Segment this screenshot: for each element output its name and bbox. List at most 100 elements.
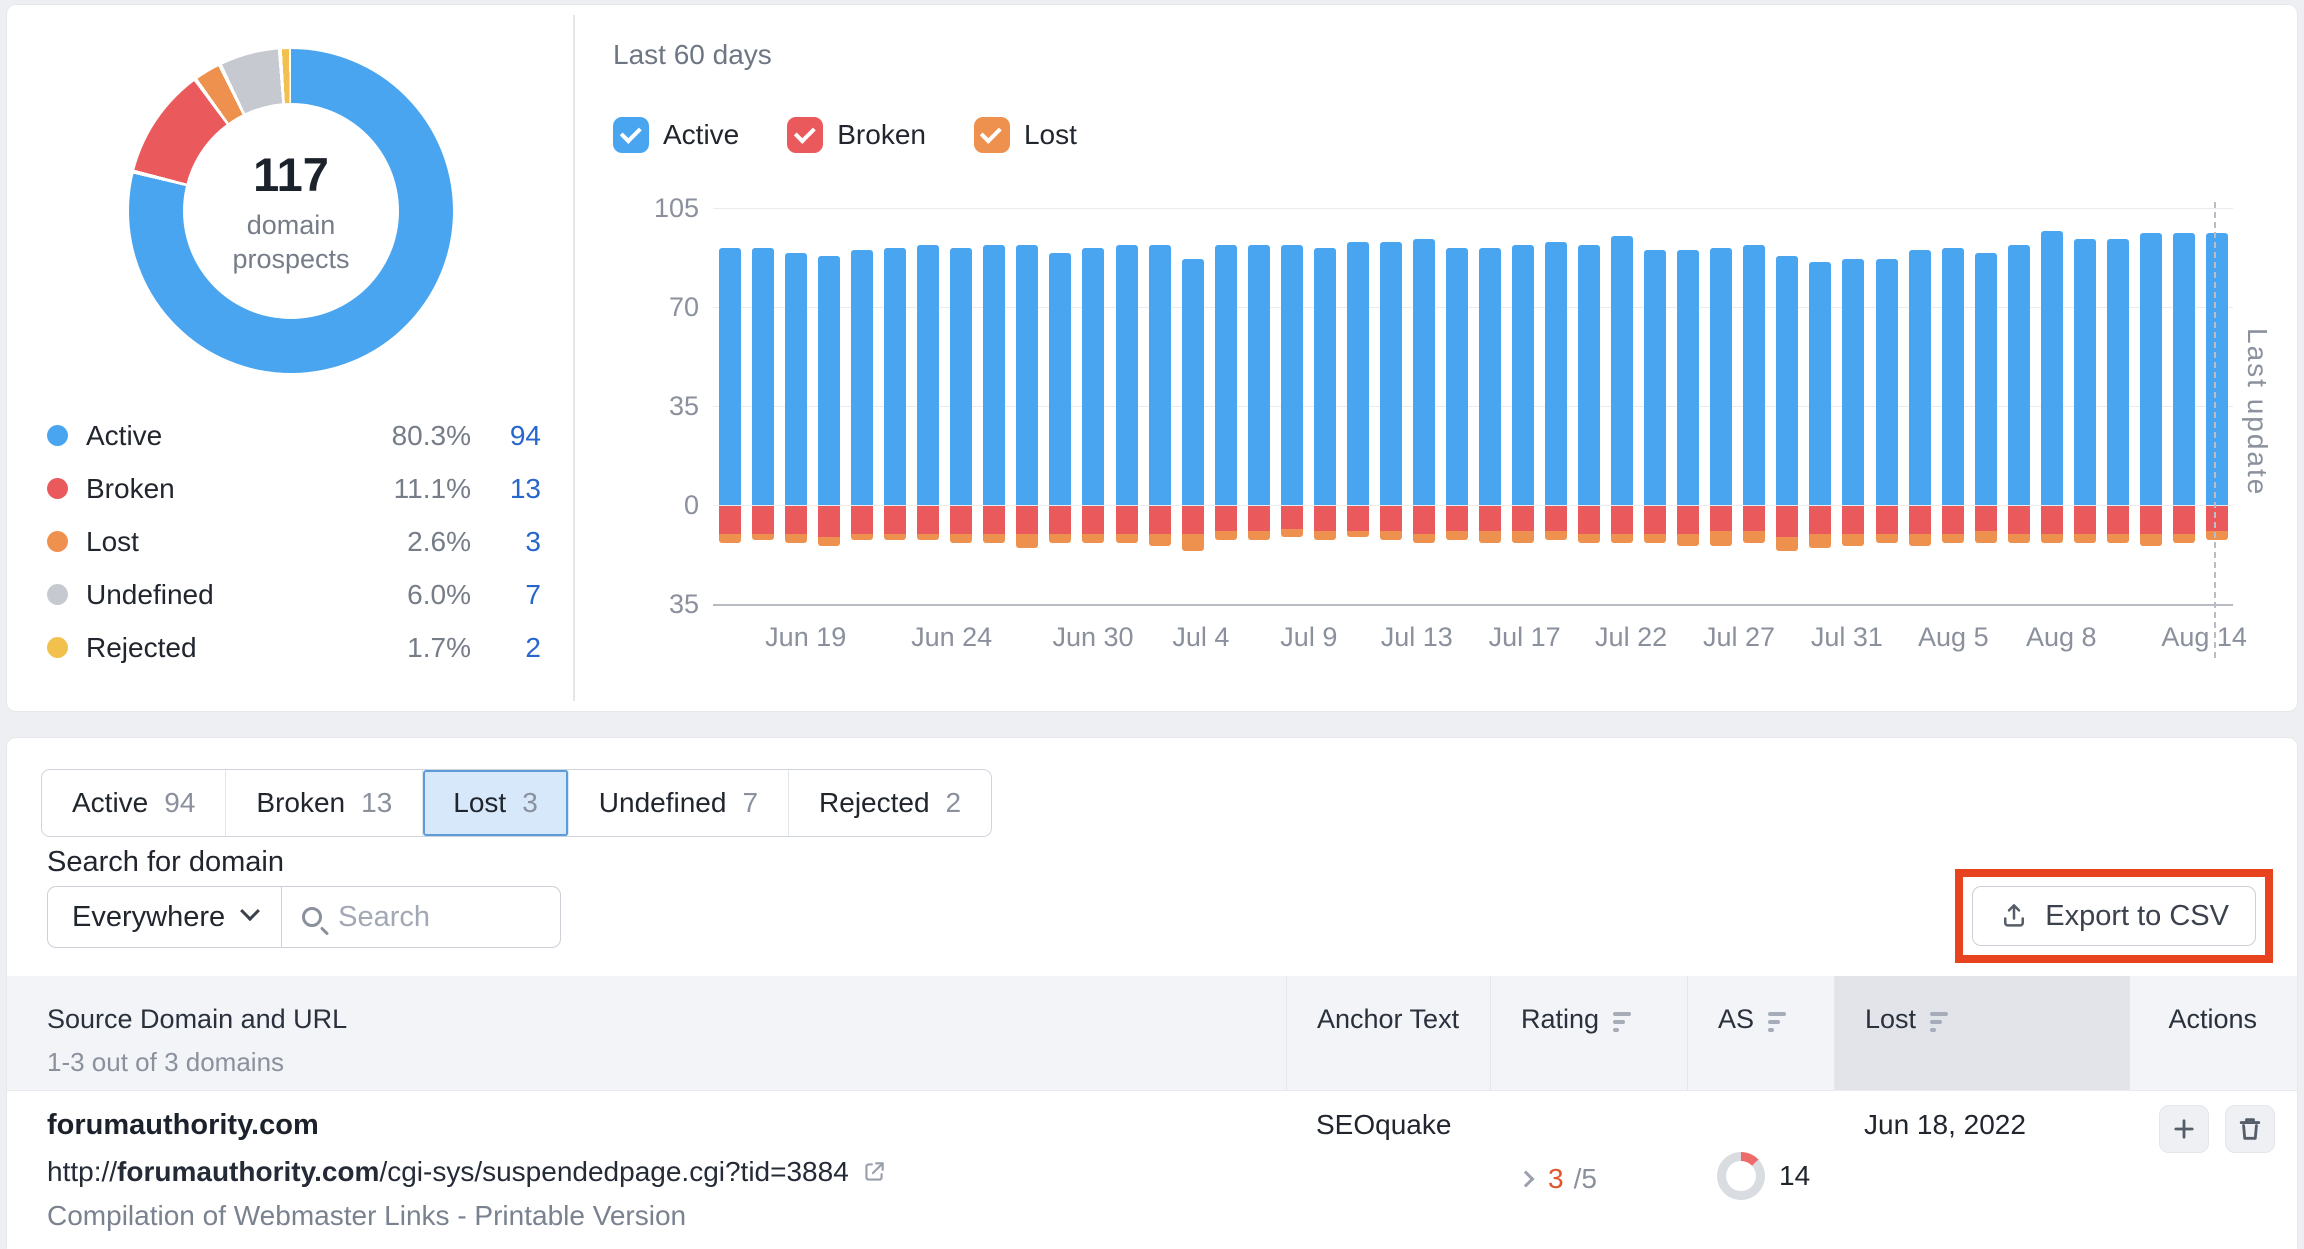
bar-segment (1743, 244, 1766, 505)
sort-icon[interactable] (1613, 1012, 1632, 1032)
source-url: http://forumauthority.com/cgi-sys/suspen… (47, 1156, 1286, 1188)
bar-segment (1677, 250, 1700, 505)
bar-segment (1016, 506, 1039, 535)
bar-segment (1214, 244, 1237, 505)
bar-segment (1842, 534, 1865, 546)
search-input[interactable] (338, 900, 529, 934)
bar-segment (1941, 506, 1964, 535)
bar-segment (1842, 258, 1865, 505)
x-axis-tick: Jun 30 (1052, 622, 1134, 652)
filter-active[interactable]: Active (613, 117, 739, 153)
bar-segment (851, 250, 874, 505)
chart-plot-area: 105 70 35 0 35 Jun 19 Jun 24 Jun 30 Jul 4 Jul 9 Ju… (654, 194, 2247, 658)
bar-segment (2139, 233, 2162, 505)
bar-segment (1743, 506, 1766, 532)
bar-segment (1313, 247, 1336, 505)
anchor-text-cell: SEOquake (1316, 1109, 1452, 1140)
donut-center: 117 domain prospects (183, 103, 399, 319)
bar-segment (1082, 247, 1105, 505)
bar-segment (2040, 230, 2063, 505)
legend-label: Lost (86, 525, 139, 557)
delete-button[interactable] (2225, 1105, 2275, 1153)
bar-segment (2139, 534, 2162, 546)
tab-undefined[interactable]: Undefined 7 (568, 770, 790, 836)
sort-icon[interactable] (1768, 1012, 1787, 1032)
search-controls: Everywhere (47, 886, 562, 948)
bar-segment (2205, 233, 2228, 505)
bar-segment (884, 506, 907, 535)
authority-score-value: 14 (1779, 1160, 1811, 1191)
authority-score-ring (1717, 1152, 1765, 1200)
bar-segment (1710, 531, 1733, 546)
filter-lost[interactable]: Lost (973, 117, 1077, 153)
bar-segment (1611, 506, 1634, 535)
legend-count-link[interactable]: 2 (471, 632, 541, 664)
bar-segment (917, 244, 940, 505)
add-to-list-button[interactable] (2159, 1105, 2209, 1153)
checkbox-checked-icon[interactable] (973, 117, 1010, 153)
x-axis-tick: Jul 31 (1810, 622, 1883, 652)
column-lost: Lost (1834, 976, 2129, 1090)
tab-label: Active (72, 787, 149, 818)
bar-segment (1379, 506, 1402, 532)
bar-segment (1512, 531, 1535, 543)
checkbox-checked-icon[interactable] (613, 117, 649, 153)
bar-segment (2106, 239, 2129, 505)
filter-broken[interactable]: Broken (787, 117, 926, 153)
tab-broken[interactable]: Broken 13 (226, 770, 424, 836)
bar-segment (818, 537, 841, 546)
bar-segment (1247, 244, 1270, 505)
sort-icon[interactable] (1930, 1012, 1949, 1032)
bar-segment (1875, 506, 1898, 535)
plus-icon (2174, 1119, 2194, 1139)
legend-dot (47, 637, 68, 658)
filter-label: Active (663, 119, 740, 150)
bar-segment (1445, 531, 1468, 540)
bar-segment (1644, 250, 1667, 505)
table-row: forumauthority.com http://forumauthority… (7, 1091, 2297, 1249)
bar-segment (2205, 531, 2228, 540)
legend-count-link[interactable]: 3 (471, 526, 541, 558)
external-link-icon[interactable] (861, 1159, 887, 1185)
source-domain-cell: forumauthority.com http://forumauthority… (7, 1091, 1286, 1249)
bar-segment (1974, 506, 1997, 532)
y-axis-tick: 35 (668, 391, 699, 421)
bar-segment (983, 244, 1006, 505)
export-to-csv-button[interactable]: Export to CSV (1972, 886, 2256, 946)
bar-segment (785, 534, 808, 543)
rating-cell: 3 /5 (1490, 1091, 1687, 1249)
bar-segment (1545, 506, 1568, 532)
bar-segment (1545, 531, 1568, 540)
legend-count-link[interactable]: 94 (471, 420, 541, 452)
row-actions-cell (2129, 1091, 2304, 1249)
bar-segment (2172, 233, 2195, 505)
bar-segment (1181, 258, 1204, 505)
tab-label: Lost (453, 787, 507, 818)
bar-segment (1611, 534, 1634, 543)
legend-count-link[interactable]: 7 (471, 579, 541, 611)
column-rating: Rating (1490, 976, 1687, 1090)
legend-dot (47, 531, 68, 552)
bar-segment (1908, 506, 1931, 535)
tab-count: 94 (164, 787, 196, 818)
x-axis-tick: Aug 5 (1918, 622, 1989, 652)
legend-count-link[interactable]: 13 (471, 473, 541, 505)
gridline (713, 406, 2233, 407)
prospects-donut-chart: 117 domain prospects (129, 49, 453, 373)
bar-segment (719, 534, 741, 543)
bar-segment (1115, 506, 1138, 535)
prospects-total: 117 (253, 147, 329, 201)
x-axis-tick: Jul 17 (1488, 622, 1561, 652)
checkbox-checked-icon[interactable] (787, 117, 824, 153)
scope-select[interactable]: Everywhere (47, 886, 282, 948)
bar-segment (1445, 247, 1468, 505)
prospects-total-label: domain prospects (232, 209, 350, 274)
tab-rejected[interactable]: Rejected 2 (789, 770, 992, 836)
tab-lost[interactable]: Lost 3 (423, 770, 569, 836)
bar-segment (719, 247, 741, 505)
bar-segment (1412, 239, 1435, 505)
bar-segment (1313, 531, 1336, 540)
expand-chevron-icon[interactable] (1517, 1170, 1535, 1188)
tab-active[interactable]: Active 94 (42, 770, 227, 836)
bar-segment (1545, 241, 1568, 505)
